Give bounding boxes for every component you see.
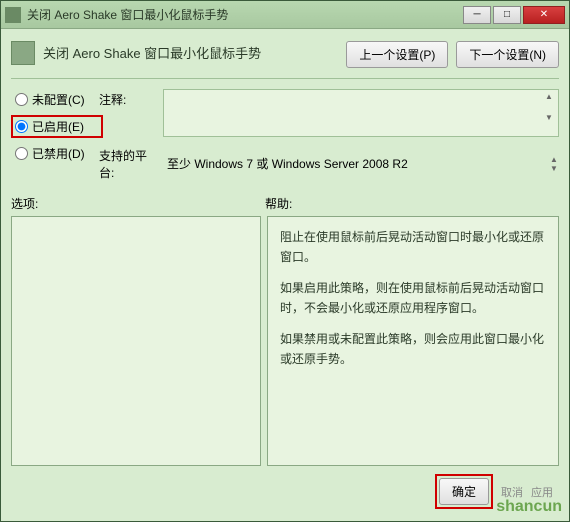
radio-enabled-input[interactable] xyxy=(15,120,28,133)
nav-buttons: 上一个设置(P) 下一个设置(N) xyxy=(346,41,559,68)
scroll-up-icon[interactable]: ▲ xyxy=(542,92,556,113)
close-button[interactable]: ✕ xyxy=(523,6,565,24)
content-area: 关闭 Aero Shake 窗口最小化鼠标手势 上一个设置(P) 下一个设置(N… xyxy=(1,29,569,521)
radio-disabled-input[interactable] xyxy=(15,147,28,160)
comment-scroll: ▲ ▼ xyxy=(542,92,556,134)
header-row: 关闭 Aero Shake 窗口最小化鼠标手势 上一个设置(P) 下一个设置(N… xyxy=(11,35,559,79)
radio-disabled-label: 已禁用(D) xyxy=(32,145,85,162)
prev-setting-button[interactable]: 上一个设置(P) xyxy=(346,41,448,68)
app-icon xyxy=(5,7,21,23)
radio-not-configured-input[interactable] xyxy=(15,93,28,106)
platform-label: 支持的平台: xyxy=(99,145,155,181)
radio-not-configured-label: 未配置(C) xyxy=(32,91,85,108)
help-paragraph-3: 如果禁用或未配置此策略，则会应用此窗口最小化或还原手势。 xyxy=(280,329,546,370)
ok-highlight: 确定 xyxy=(435,474,493,509)
policy-icon xyxy=(11,41,35,65)
window-title: 关闭 Aero Shake 窗口最小化鼠标手势 xyxy=(27,6,463,23)
dialog-window: 关闭 Aero Shake 窗口最小化鼠标手势 ─ □ ✕ 关闭 Aero Sh… xyxy=(0,0,570,522)
comment-label: 注释: xyxy=(99,89,155,108)
scroll-down-icon[interactable]: ▼ xyxy=(542,113,556,134)
radio-enabled-label: 已启用(E) xyxy=(32,118,84,135)
section-labels: 选项: 帮助: xyxy=(11,187,559,216)
comment-row: 注释: ▲ ▼ xyxy=(99,89,559,137)
platform-scroll: ▲ ▼ xyxy=(547,155,561,172)
options-label: 选项: xyxy=(11,195,265,212)
titlebar: 关闭 Aero Shake 窗口最小化鼠标手势 ─ □ ✕ xyxy=(1,1,569,29)
comment-textarea[interactable]: ▲ ▼ xyxy=(163,89,559,137)
footer: 确定 取消 应用 xyxy=(11,466,559,513)
maximize-button[interactable]: □ xyxy=(493,6,521,24)
radio-not-configured[interactable]: 未配置(C) xyxy=(15,91,99,108)
options-panel xyxy=(11,216,261,466)
cancel-button[interactable]: 取消 xyxy=(501,484,523,500)
platform-value-box: 至少 Windows 7 或 Windows Server 2008 R2 ▲ … xyxy=(163,153,559,174)
radio-enabled[interactable]: 已启用(E) xyxy=(11,115,103,138)
help-paragraph-1: 阻止在使用鼠标前后晃动活动窗口时最小化或还原窗口。 xyxy=(280,227,546,268)
platform-row: 支持的平台: 至少 Windows 7 或 Windows Server 200… xyxy=(99,145,559,181)
help-label: 帮助: xyxy=(265,195,292,212)
radio-group: 未配置(C) 已启用(E) 已禁用(D) xyxy=(15,89,99,181)
scroll-down-icon[interactable]: ▼ xyxy=(547,164,561,173)
fields-column: 注释: ▲ ▼ 支持的平台: 至少 Windows 7 或 Windows Se… xyxy=(99,89,559,181)
config-section: 未配置(C) 已启用(E) 已禁用(D) 注释: ▲ xyxy=(11,79,559,187)
window-controls: ─ □ ✕ xyxy=(463,6,565,24)
ok-button[interactable]: 确定 xyxy=(439,478,489,505)
help-paragraph-2: 如果启用此策略，则在使用鼠标前后晃动活动窗口时，不会最小化或还原应用程序窗口。 xyxy=(280,278,546,319)
next-setting-button[interactable]: 下一个设置(N) xyxy=(456,41,559,68)
platform-value: 至少 Windows 7 或 Windows Server 2008 R2 xyxy=(167,157,408,171)
apply-button[interactable]: 应用 xyxy=(531,484,553,500)
panels: 阻止在使用鼠标前后晃动活动窗口时最小化或还原窗口。 如果启用此策略，则在使用鼠标… xyxy=(11,216,559,466)
radio-disabled[interactable]: 已禁用(D) xyxy=(15,145,99,162)
help-panel: 阻止在使用鼠标前后晃动活动窗口时最小化或还原窗口。 如果启用此策略，则在使用鼠标… xyxy=(267,216,559,466)
policy-title: 关闭 Aero Shake 窗口最小化鼠标手势 xyxy=(43,41,346,62)
scroll-up-icon[interactable]: ▲ xyxy=(547,155,561,164)
minimize-button[interactable]: ─ xyxy=(463,6,491,24)
